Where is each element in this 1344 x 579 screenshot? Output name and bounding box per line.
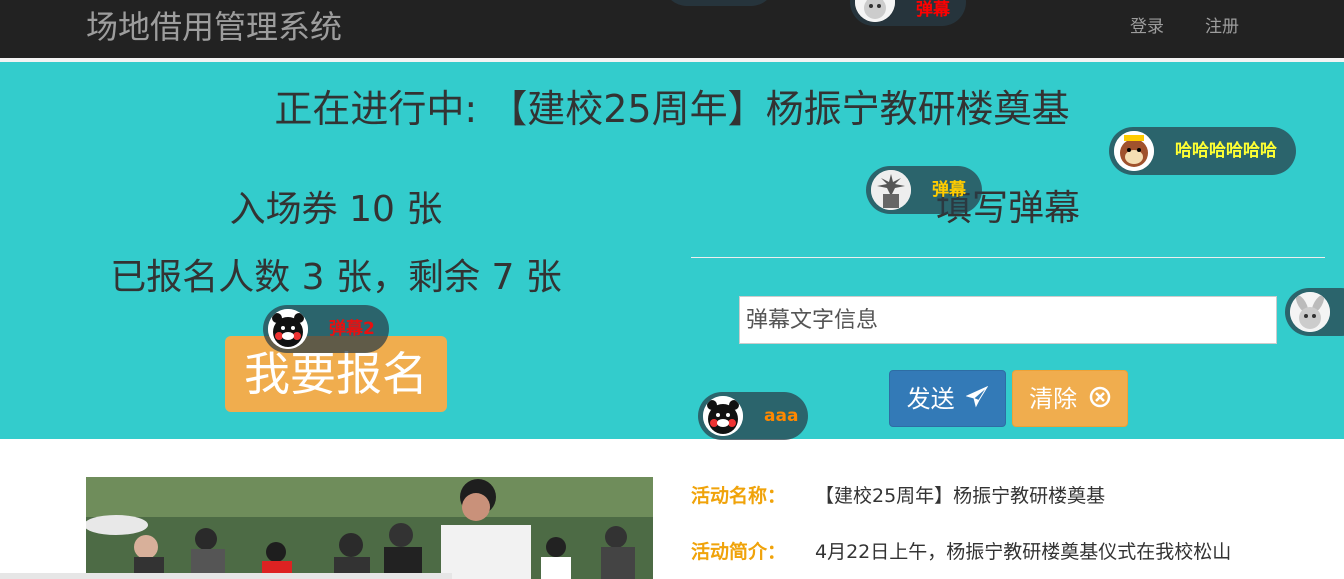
activity-photo <box>86 477 653 579</box>
send-button[interactable]: 发送 <box>889 370 1006 427</box>
kumamon-avatar-icon <box>703 396 743 436</box>
danmu-bullet: 哈哈哈哈哈哈 <box>1109 127 1296 175</box>
hero-section: 正在进行中: 【建校25周年】杨振宁教研楼奠基 入场券 10 张 已报名人数 3… <box>0 62 1344 439</box>
rabbit-avatar-icon <box>855 0 895 22</box>
ticket-status: 已报名人数 3 张，剩余 7 张 <box>110 257 562 298</box>
danmu-bullet: 弹幕 <box>850 0 966 26</box>
paper-plane-icon <box>965 372 989 429</box>
danmu-bullet: 弹幕2 <box>263 305 389 353</box>
rabbit-avatar-icon <box>1290 292 1330 332</box>
danmu-bullet: aaa <box>698 392 808 440</box>
clear-button[interactable]: 清除 <box>1012 370 1128 427</box>
danmu-text: aaa <box>764 406 799 426</box>
danmu-form-heading: 填写弹幕 <box>935 188 1080 229</box>
monkey-avatar-icon <box>1114 131 1154 171</box>
kumamon-avatar-icon <box>268 309 308 349</box>
clear-label: 清除 <box>1029 385 1078 413</box>
statue-avatar-icon <box>871 170 911 210</box>
activity-name-value: 【建校25周年】杨振宁教研楼奠基 <box>815 485 1106 507</box>
login-link[interactable]: 登录 <box>1130 16 1164 38</box>
ticket-total: 入场券 10 张 <box>229 189 443 230</box>
circle-x-icon <box>1089 372 1111 429</box>
danmu-bullet: 弹幕 <box>866 166 982 214</box>
register-link[interactable]: 注册 <box>1205 16 1239 38</box>
activity-intro-label: 活动简介： <box>691 541 787 563</box>
danmu-text-input[interactable] <box>739 296 1277 344</box>
danmu-text: 弹幕 <box>932 180 966 200</box>
danmu-text: 弹幕 <box>916 0 950 20</box>
top-navbar: 场地借用管理系统 登录 注册 <box>0 0 1344 58</box>
horizontal-scrollbar[interactable] <box>0 573 452 579</box>
activity-name-label: 活动名称： <box>691 485 787 507</box>
ongoing-activity-title: 正在进行中: 【建校25周年】杨振宁教研楼奠基 <box>274 87 1070 131</box>
danmu-text: 哈哈哈哈哈哈 <box>1175 141 1277 161</box>
form-divider <box>691 257 1325 258</box>
send-label: 发送 <box>906 385 955 413</box>
danmu-bullet <box>1285 288 1344 336</box>
site-brand[interactable]: 场地借用管理系统 <box>86 8 342 46</box>
danmu-text: 弹幕2 <box>329 319 375 339</box>
activity-intro-value: 4月22日上午，杨振宁教研楼奠基仪式在我校松山 <box>815 541 1232 563</box>
